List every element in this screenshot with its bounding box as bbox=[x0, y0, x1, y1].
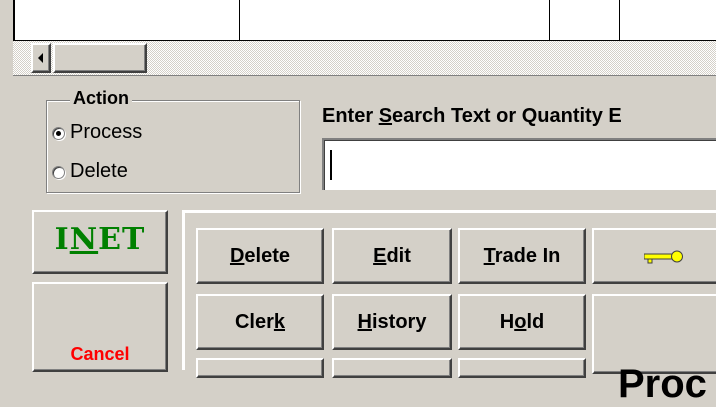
results-grid[interactable] bbox=[13, 0, 716, 40]
inet-button-label: INET bbox=[54, 222, 146, 257]
radio-process-label: Process bbox=[70, 121, 143, 143]
key-icon bbox=[644, 250, 683, 264]
horizontal-scrollbar[interactable] bbox=[13, 40, 716, 76]
hold-button[interactable]: Hold bbox=[458, 294, 586, 350]
grid-column-divider bbox=[619, 0, 620, 40]
process-button[interactable]: Proc bbox=[592, 294, 716, 406]
function-panel: Delete Edit Trade In Clerk History Hold … bbox=[182, 210, 716, 406]
radio-selected-dot bbox=[56, 131, 61, 136]
panel-button-row3[interactable] bbox=[458, 358, 586, 378]
search-label: Enter Search Text or Quantity E bbox=[322, 105, 622, 127]
panel-button-row3[interactable] bbox=[196, 358, 324, 378]
search-input[interactable] bbox=[322, 138, 716, 190]
scroll-left-button[interactable] bbox=[31, 43, 51, 73]
edit-button[interactable]: Edit bbox=[332, 228, 452, 284]
radio-button-icon[interactable] bbox=[52, 127, 65, 140]
process-button-label: Proc bbox=[618, 362, 707, 406]
radio-button-icon[interactable] bbox=[52, 166, 65, 179]
text-caret bbox=[330, 150, 332, 180]
cancel-button[interactable]: Cancel bbox=[32, 282, 168, 372]
arrow-left-icon bbox=[38, 53, 43, 63]
action-group-title: Action bbox=[70, 88, 132, 109]
inet-button[interactable]: INET bbox=[32, 210, 168, 274]
scrollbar-thumb[interactable] bbox=[53, 43, 147, 73]
grid-column-divider bbox=[239, 0, 240, 40]
radio-delete-label: Delete bbox=[70, 160, 128, 182]
delete-button[interactable]: Delete bbox=[196, 228, 324, 284]
clerk-button[interactable]: Clerk bbox=[196, 294, 324, 350]
cancel-button-label: Cancel bbox=[70, 344, 130, 364]
history-button[interactable]: History bbox=[332, 294, 452, 350]
trade-in-button[interactable]: Trade In bbox=[458, 228, 586, 284]
grid-column-divider bbox=[549, 0, 550, 40]
panel-button-row3[interactable] bbox=[332, 358, 452, 378]
key-button[interactable] bbox=[592, 228, 716, 284]
